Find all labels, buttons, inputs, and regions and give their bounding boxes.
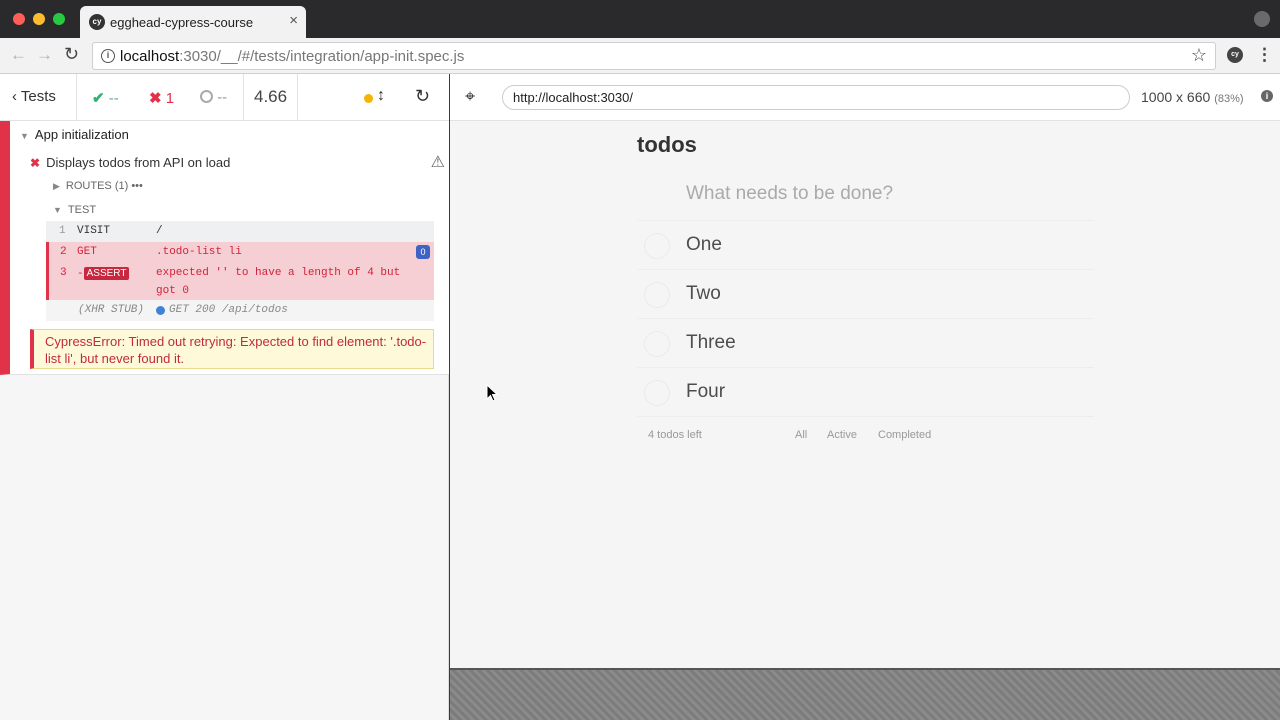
todo-label: Two [686, 283, 721, 304]
caret-down-icon: ▼ [53, 205, 62, 215]
stub-label: (XHR STUB) [78, 304, 145, 316]
caret-right-icon: ▶ [53, 181, 60, 191]
todo-label: Three [686, 332, 736, 353]
check-icon: ✔ [92, 90, 105, 107]
viewport-info-icon[interactable]: i [1261, 90, 1273, 102]
command-log: 1 VISIT / 2 GET .todo-list li 0 3 - ASSER… [46, 221, 434, 321]
todo-label: Four [686, 381, 726, 402]
browser-tab[interactable]: cy egghead-cypress-course × [80, 6, 306, 38]
todo-card: What needs to be done? One Two Three Fou… [637, 169, 1094, 451]
info-icon[interactable]: i [101, 49, 115, 63]
more-menu-icon[interactable]: ⋮ [1256, 45, 1273, 65]
command-number: 3 [60, 267, 67, 279]
tab-title: egghead-cypress-course [110, 15, 254, 30]
failed-x-icon: ✖ [30, 156, 41, 170]
new-todo-placeholder: What needs to be done? [686, 183, 894, 204]
error-message[interactable]: CypressError: Timed out retrying: Expect… [30, 329, 434, 369]
mouse-cursor-icon [486, 384, 498, 402]
auto-scroll-arrows-icon[interactable]: ↕ [377, 87, 385, 105]
tab-close-icon[interactable]: × [289, 12, 298, 29]
todo-item[interactable]: Two [637, 270, 1094, 319]
filter-completed-link[interactable]: Completed [878, 429, 931, 441]
header-divider [243, 74, 244, 121]
viewport-size: 1000 x 660 (83%) [1141, 89, 1244, 105]
todo-checkbox[interactable] [644, 282, 670, 308]
todo-item[interactable]: Three [637, 319, 1094, 368]
assert-tag: ASSERT [83, 267, 130, 280]
todo-label: One [686, 234, 722, 255]
todo-checkbox[interactable] [644, 380, 670, 406]
suite-title[interactable]: ▼ App initialization [20, 127, 129, 142]
bookmark-star-icon[interactable]: ☆ [1191, 45, 1207, 66]
stub-message: GET 200 /api/todos [169, 304, 288, 316]
test-commands-toggle[interactable]: ▼ TEST [53, 204, 96, 216]
todo-app-title: todos [637, 132, 697, 157]
todo-checkbox[interactable] [644, 233, 670, 259]
duration-display: 4.66 [254, 87, 288, 106]
pending-ring-icon [200, 90, 213, 103]
command-name: - ASSERT [77, 267, 130, 280]
element-count-badge: 0 [416, 245, 430, 259]
caret-down-icon: ▼ [20, 131, 29, 141]
address-bar[interactable]: i localhost:3030/__/#/tests/integration/… [92, 42, 1216, 70]
x-icon: ✖ [149, 90, 162, 107]
xhr-status-dot-icon [156, 306, 165, 315]
new-todo-input[interactable]: What needs to be done? [637, 169, 1094, 221]
command-number: 1 [59, 225, 66, 237]
tests-back-button[interactable]: ‹ Tests [12, 88, 56, 105]
command-message: expected '' to have a length of 4 but go… [156, 267, 401, 297]
suite-runnable: ▼ App initialization ✖ Displays todos from… [0, 121, 449, 375]
back-arrow-icon[interactable]: ← [10, 45, 27, 65]
minimize-window-button[interactable] [33, 13, 45, 25]
browser-toolbar: ← → ↻ i localhost:3030/__/#/tests/integr… [0, 38, 1280, 74]
filter-all-link[interactable]: All [795, 429, 807, 441]
ellipsis-icon: ••• [131, 180, 143, 192]
command-row[interactable]: 2 GET .todo-list li 0 [46, 242, 434, 263]
test-title[interactable]: ✖ Displays todos from API on load [30, 155, 230, 170]
command-message: / [156, 225, 163, 237]
header-divider [297, 74, 298, 121]
aut-url-display: http://localhost:3030/ [502, 85, 1130, 110]
failed-stat: ✖ 1 [149, 90, 175, 107]
todo-checkbox[interactable] [644, 331, 670, 357]
close-window-button[interactable] [13, 13, 25, 25]
todo-item[interactable]: Four [637, 368, 1094, 417]
forward-arrow-icon[interactable]: → [36, 45, 53, 65]
todo-footer: 4 todos left All Active Completed [637, 417, 1094, 451]
cypress-favicon-icon: cy [89, 14, 105, 30]
header-divider [76, 74, 77, 121]
reload-icon[interactable]: ↻ [64, 44, 79, 65]
command-row[interactable]: 3 - ASSERT expected '' to have a length o… [46, 263, 434, 300]
aut-iframe: todos What needs to be done? One Two Thr… [450, 121, 1280, 668]
profile-icon[interactable] [1254, 11, 1270, 27]
cypress-reporter: ‹ Tests ✔ -- ✖ 1 -- 4.66 ↕ ↻ ▼ App initia… [0, 74, 449, 720]
address-url[interactable]: localhost:3030/__/#/tests/integration/ap… [120, 48, 464, 65]
command-name: VISIT [77, 225, 111, 237]
pending-stat: -- [200, 89, 227, 106]
routes-toggle[interactable]: ▶ ROUTES (1) ••• [53, 180, 143, 192]
selector-playground-crosshair-icon[interactable]: ⌖ [465, 86, 475, 107]
zoom-window-button[interactable] [53, 13, 65, 25]
passed-stat: ✔ -- [92, 90, 119, 107]
todo-item[interactable]: One [637, 221, 1094, 270]
xhr-stub-row[interactable]: (XHR STUB) GET 200 /api/todos [46, 300, 434, 321]
running-indicator-icon [364, 94, 373, 103]
cypress-extension-icon[interactable]: cy [1227, 47, 1243, 63]
aut-header: ⌖ http://localhost:3030/ 1000 x 660 (83%… [450, 74, 1280, 121]
command-name: GET [77, 246, 97, 258]
restart-icon[interactable]: ↻ [415, 86, 430, 107]
reporter-header: ‹ Tests ✔ -- ✖ 1 -- 4.66 ↕ ↻ [0, 74, 449, 121]
command-message: .todo-list li [156, 246, 242, 258]
command-number: 2 [60, 246, 67, 258]
command-row[interactable]: 1 VISIT / [46, 221, 434, 242]
aut-overflow-hatch [450, 668, 1280, 720]
browser-titlebar: cy egghead-cypress-course × [0, 0, 1280, 38]
warning-icon[interactable]: ⚠ [431, 152, 445, 172]
todo-count: 4 todos left [648, 429, 702, 441]
filter-active-link[interactable]: Active [827, 429, 857, 441]
